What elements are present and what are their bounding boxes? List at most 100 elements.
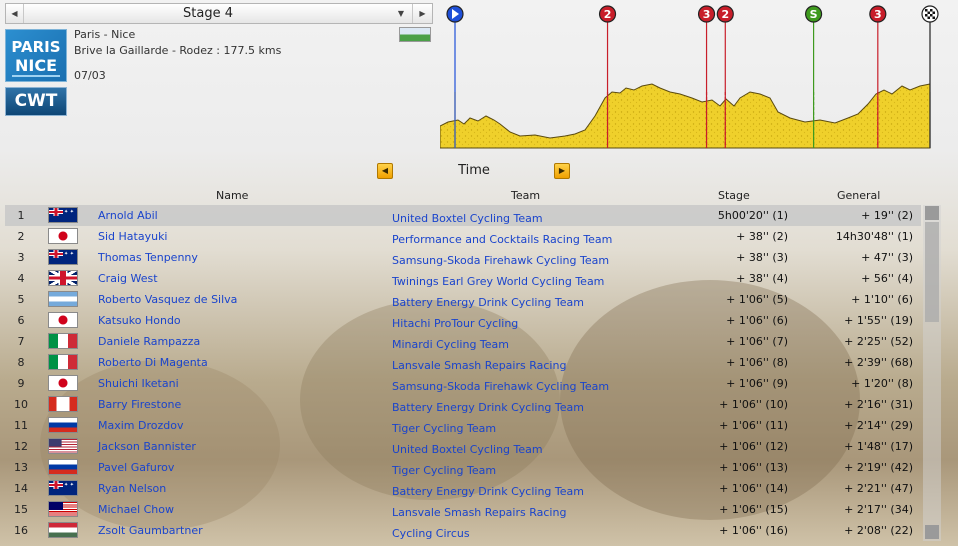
results-table: 1Arnold AbilUnited Boxtel Cycling Team5h… [5, 205, 921, 541]
rider-name-link[interactable]: Michael Chow [98, 499, 174, 520]
general-time-cell: + 47'' (3) [861, 251, 913, 264]
table-row[interactable]: 10 Barry Firestone Battery Energy Drink Cy… [5, 394, 921, 415]
prev-stage-button[interactable]: ◀ [6, 4, 24, 23]
checker-square [927, 16, 930, 19]
rank-cell: 2 [17, 230, 25, 243]
rank-cell: 6 [17, 314, 25, 327]
table-row[interactable]: 9 Shuichi Iketani Samsung-Skoda Firehawk C… [5, 373, 921, 394]
country-flag-icon [48, 417, 78, 433]
table-row[interactable]: 1Arnold AbilUnited Boxtel Cycling Team5h… [5, 205, 921, 226]
marker-label: 3 [874, 8, 882, 21]
column-header-team[interactable]: Team [511, 189, 540, 202]
general-time-cell: + 1'20'' (8) [851, 377, 913, 390]
general-time-cell: + 1'48'' (17) [844, 440, 913, 453]
table-row[interactable]: 11 Maxim Drozdov Tiger Cycling Team + 1'06'… [5, 415, 921, 436]
table-row[interactable]: 7 Daniele Rampazza Minardi Cycling Team + 1… [5, 331, 921, 352]
scroll-thumb[interactable] [925, 222, 939, 322]
rank-cell: 16 [14, 524, 28, 537]
table-row[interactable]: 16 Zsolt Gaumbartner Cycling Circus + 1'06'… [5, 520, 921, 541]
general-time-cell: + 1'10'' (6) [851, 293, 913, 306]
rider-name-link[interactable]: Maxim Drozdov [98, 415, 184, 436]
rider-name-link[interactable]: Zsolt Gaumbartner [98, 520, 203, 541]
column-header-name[interactable]: Name [216, 189, 248, 202]
stage-date: 07/03 [74, 69, 106, 82]
arrow-right-icon: ▶ [419, 9, 426, 18]
rider-name-link[interactable]: Ryan Nelson [98, 478, 166, 499]
checker-square [927, 11, 930, 14]
general-time-cell: + 1'55'' (19) [844, 314, 913, 327]
country-flag-icon [48, 375, 78, 391]
scroll-up-button[interactable] [925, 206, 939, 220]
race-logo-line1: PARIS [11, 38, 61, 56]
marker-label: S [810, 8, 818, 21]
general-time-cell: + 2'17'' (34) [844, 503, 913, 516]
rider-name-link[interactable]: Roberto Di Magenta [98, 352, 208, 373]
table-row[interactable]: 14Ryan NelsonBattery Energy Drink Cyclin… [5, 478, 921, 499]
rank-cell: 11 [14, 419, 28, 432]
race-logo-strip [12, 75, 60, 77]
rank-cell: 13 [14, 461, 28, 474]
arrow-left-icon: ◀ [11, 9, 18, 18]
table-row[interactable]: 8 Roberto Di Magenta Lansvale Smash Repair… [5, 352, 921, 373]
rider-name-link[interactable]: Pavel Gafurov [98, 457, 174, 478]
team-name-link[interactable]: Cycling Circus [392, 523, 470, 544]
stage-selector[interactable]: ◀ Stage 4 ▼ ▶ [5, 3, 433, 24]
stage-label[interactable]: Stage 4 [24, 4, 392, 23]
rider-name-link[interactable]: Barry Firestone [98, 394, 181, 415]
general-time-cell: + 56'' (4) [861, 272, 913, 285]
general-time-cell: + 2'25'' (52) [844, 335, 913, 348]
rank-cell: 14 [14, 482, 28, 495]
marker-label: 3 [703, 8, 711, 21]
rank-cell: 5 [17, 293, 25, 306]
table-row[interactable]: 6 Katsuko Hondo Hitachi ProTour Cycling + 1… [5, 310, 921, 331]
rider-name-link[interactable]: Jackson Bannister [98, 436, 196, 457]
marker-label: 2 [604, 8, 612, 21]
country-flag-icon [48, 291, 78, 307]
rider-name-link[interactable]: Shuichi Iketani [98, 373, 179, 394]
rank-cell: 1 [17, 209, 25, 222]
country-flag-icon [48, 501, 78, 517]
results-scrollbar[interactable] [923, 205, 941, 541]
checker-square [932, 16, 935, 19]
table-row[interactable]: 15 Michael Chow Lansvale Smash Repairs Rac… [5, 499, 921, 520]
rider-name-link[interactable]: Katsuko Hondo [98, 310, 181, 331]
checker-square [930, 9, 933, 12]
table-row[interactable]: 5 Roberto Vasquez de Silva Battery Energy … [5, 289, 921, 310]
rank-cell: 12 [14, 440, 28, 453]
time-next-button[interactable]: ▶ [554, 163, 570, 179]
rider-name-link[interactable]: Roberto Vasquez de Silva [98, 289, 237, 310]
general-time-cell: + 2'19'' (42) [844, 461, 913, 474]
chevron-down-icon: ▼ [397, 9, 405, 18]
stage-dropdown-button[interactable]: ▼ [392, 4, 410, 23]
next-stage-button[interactable]: ▶ [412, 4, 432, 23]
cwt-badge: CWT [5, 87, 67, 116]
table-row[interactable]: 2 Sid Hatayuki Performance and Cocktails R… [5, 226, 921, 247]
column-header-stage[interactable]: Stage [718, 189, 750, 202]
general-time-cell: + 2'08'' (22) [844, 524, 913, 537]
race-logo: PARIS NICE [5, 29, 67, 82]
column-header-general[interactable]: General [837, 189, 880, 202]
rank-cell: 4 [17, 272, 25, 285]
general-time-cell: 14h30'48'' (1) [835, 230, 913, 243]
country-flag-icon [48, 333, 78, 349]
rider-name-link[interactable]: Daniele Rampazza [98, 331, 200, 352]
scroll-down-button[interactable] [925, 525, 939, 539]
rider-name-link[interactable]: Thomas Tenpenny [98, 247, 198, 268]
rank-cell: 15 [14, 503, 28, 516]
rank-cell: 8 [17, 356, 25, 369]
rank-cell: 3 [17, 251, 25, 264]
table-row[interactable]: 13 Pavel Gafurov Tiger Cycling Team + 1'06'… [5, 457, 921, 478]
table-row[interactable]: 3Thomas TenpennySamsung-Skoda Firehawk C… [5, 247, 921, 268]
table-row[interactable]: 12 Jackson Bannister United Boxtel Cycling… [5, 436, 921, 457]
table-row[interactable]: 4 Craig West Twinings Earl Grey World Cycl… [5, 268, 921, 289]
rider-name-link[interactable]: Arnold Abil [98, 205, 158, 226]
country-flag-icon [48, 207, 78, 223]
stage-profile: 232S3 [440, 5, 939, 149]
rider-name-link[interactable]: Sid Hatayuki [98, 226, 168, 247]
time-prev-button[interactable]: ◀ [377, 163, 393, 179]
checker-square [925, 14, 928, 17]
general-time-cell: + 2'16'' (31) [844, 398, 913, 411]
country-flag-icon [48, 228, 78, 244]
arrow-left-icon: ◀ [381, 166, 389, 175]
rider-name-link[interactable]: Craig West [98, 268, 158, 289]
